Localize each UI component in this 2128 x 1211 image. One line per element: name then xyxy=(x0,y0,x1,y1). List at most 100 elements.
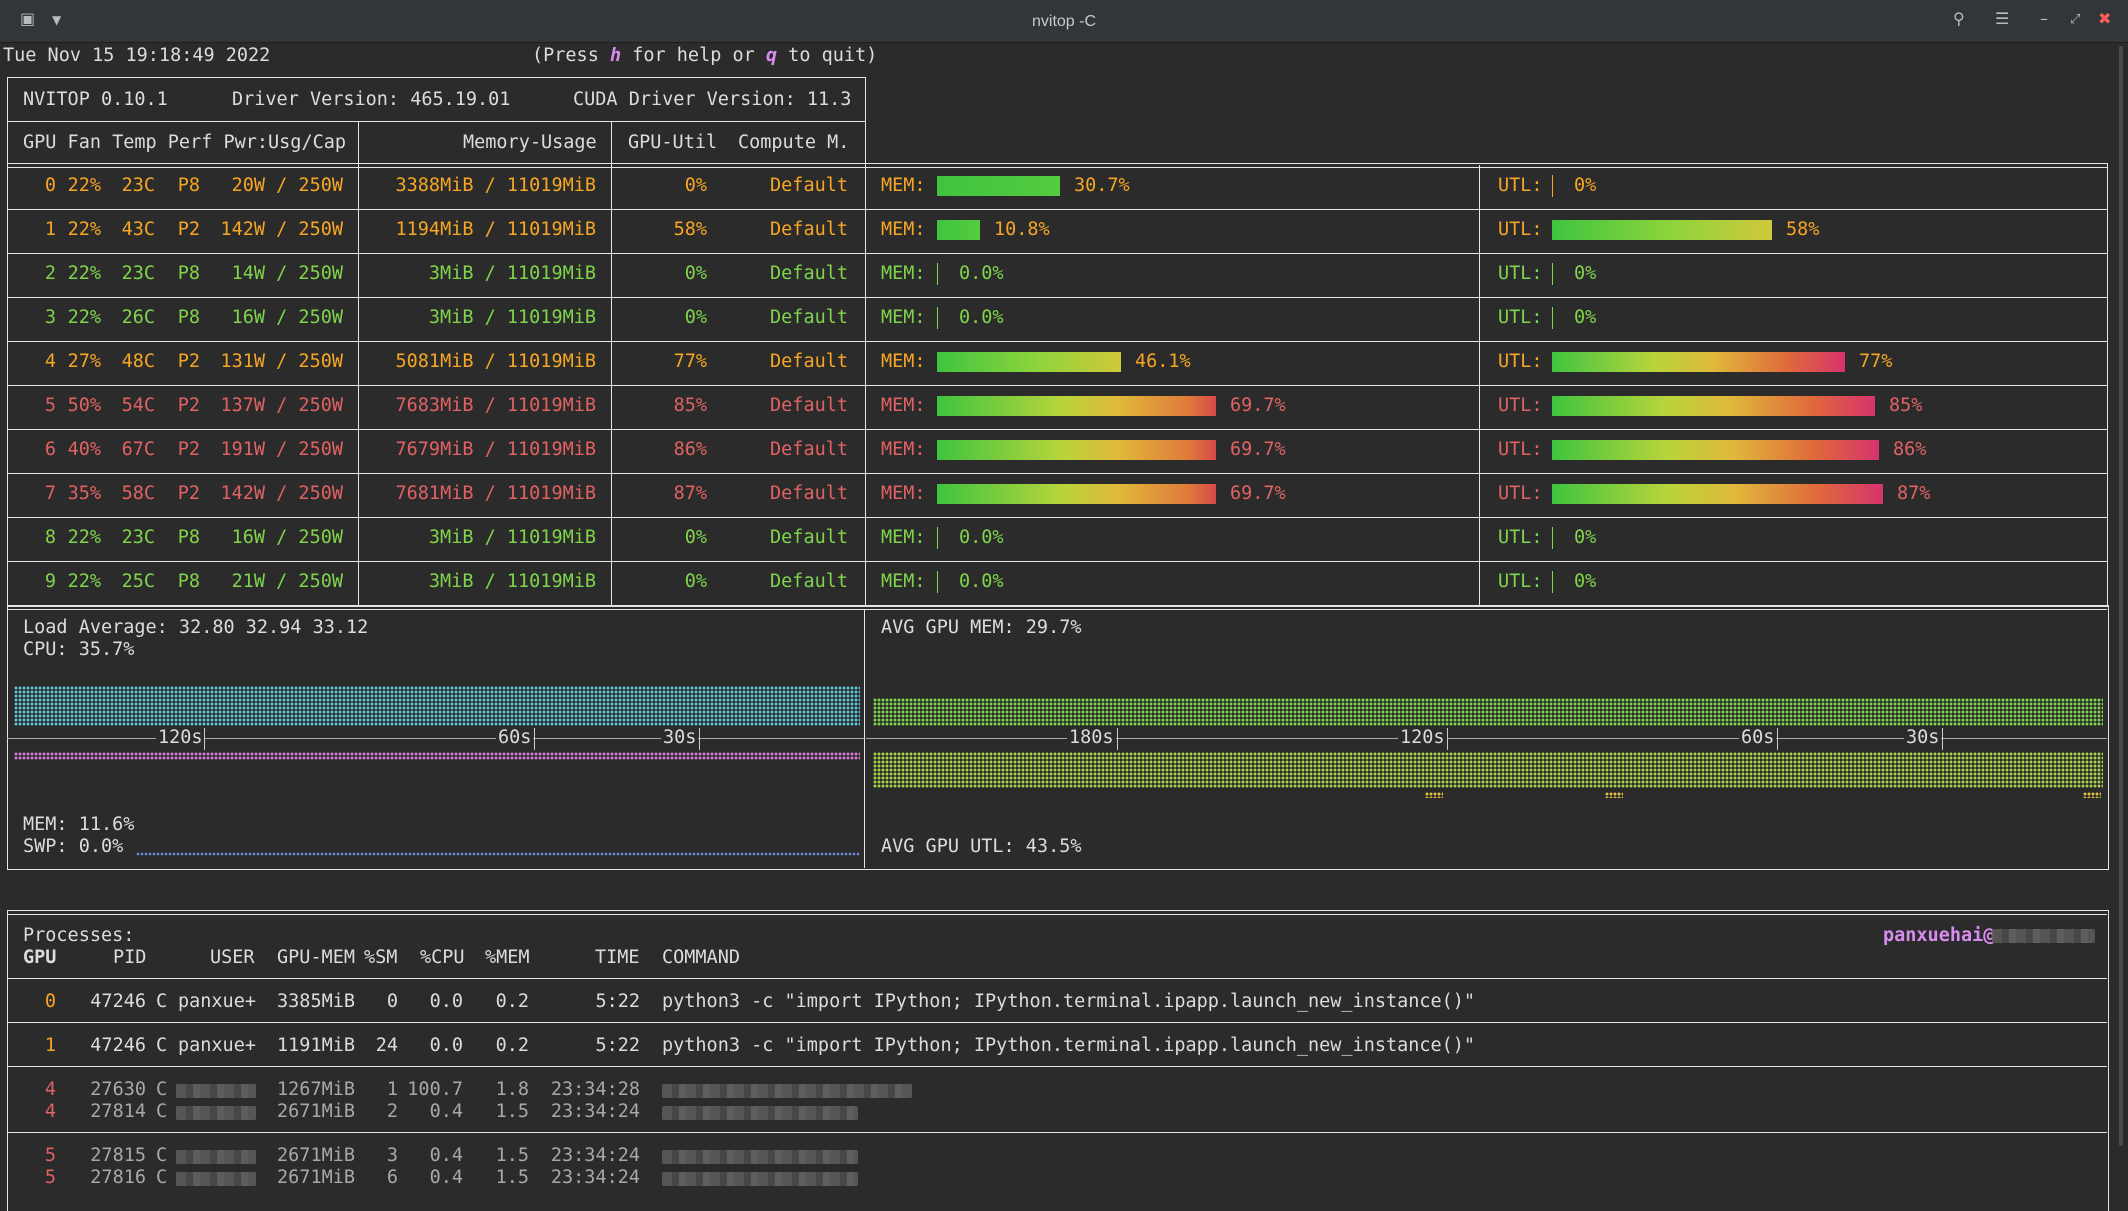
process-row[interactable]: 5 27816 C 2671MiB 6 0.4 1.5 23:34:24 xyxy=(0,1167,2128,1191)
gpu-row-divider xyxy=(7,385,2107,386)
proc-mem: 1.5 xyxy=(495,1167,529,1188)
temperature: 26C xyxy=(121,307,155,328)
temperature: 23C xyxy=(121,263,155,284)
menu-icon[interactable]: ☰ xyxy=(1995,11,2009,27)
memory-usage: 7679MiB / 11019MiB xyxy=(395,439,596,460)
gpu-row-3[interactable]: 3 22% 26C P8 16W / 250W 3MiB / 11019MiB 0% Defa… xyxy=(0,307,2128,339)
proc-pid: 27816 xyxy=(90,1167,146,1188)
memory-usage: 5081MiB / 11019MiB xyxy=(395,351,596,372)
search-icon[interactable]: ⚲ xyxy=(1953,11,1965,27)
proc-user-blurred xyxy=(176,1150,256,1164)
memory-usage: 7683MiB / 11019MiB xyxy=(395,395,596,416)
process-row[interactable]: 4 27630 C 1267MiB 1 100.7 1.8 23:34:28 xyxy=(0,1080,2128,1103)
mem-history-graph xyxy=(14,752,860,760)
hostname-blurred xyxy=(1992,929,2095,943)
compute-mode: Default xyxy=(770,395,848,416)
proc-command-blurred xyxy=(662,1150,858,1164)
proc-mem: 0.2 xyxy=(495,1035,529,1056)
mem-bar-empty xyxy=(937,527,938,549)
utl-bar-value: 85% xyxy=(1889,395,1923,416)
compute-mode: Default xyxy=(770,307,848,328)
mem-bar xyxy=(937,396,1216,416)
close-icon[interactable]: ✖ xyxy=(2098,11,2111,27)
utl-bar xyxy=(1552,396,1875,416)
utl-bar-label: UTL: xyxy=(1498,527,1543,548)
gpu-row-2[interactable]: 2 22% 23C P8 14W / 250W 3MiB / 11019MiB 0% Defa… xyxy=(0,263,2128,295)
gpu-util: 58% xyxy=(673,219,707,240)
process-row[interactable]: 5 27815 C 2671MiB 3 0.4 1.5 23:34:24 xyxy=(0,1145,2128,1169)
gpu-row-9[interactable]: 9 22% 25C P8 21W / 250W 3MiB / 11019MiB 0% Defa… xyxy=(0,571,2128,603)
gpu-row-8[interactable]: 8 22% 23C P8 16W / 250W 3MiB / 11019MiB 0% Defa… xyxy=(0,527,2128,559)
temperature: 43C xyxy=(121,219,155,240)
fan-speed: 22% xyxy=(67,307,101,328)
col-pid: PID xyxy=(113,947,147,968)
proc-mem: 1.5 xyxy=(495,1145,529,1166)
utl-bar-label: UTL: xyxy=(1498,395,1543,416)
minimize-icon[interactable]: – xyxy=(2040,11,2048,27)
gpu-row-4[interactable]: 4 27% 48C P2 131W / 250W 5081MiB / 11019MiB 77… xyxy=(0,351,2128,383)
gpu-row-0[interactable]: 0 22% 23C P8 20W / 250W 3388MiB / 11019MiB 0% D… xyxy=(0,175,2128,207)
compute-mode: Default xyxy=(770,351,848,372)
process-row[interactable]: 1 47246 Cpanxue+ 1191MiB 24 0.0 0.2 5:22 python3… xyxy=(0,1035,2128,1059)
memory-usage: 3MiB / 11019MiB xyxy=(428,571,596,592)
perf-state: P8 xyxy=(177,263,200,284)
proc-cpu: 0.0 xyxy=(429,1035,463,1056)
proc-sm: 24 xyxy=(375,1035,398,1056)
gpu-index: 9 xyxy=(44,571,56,592)
memory-usage: 3MiB / 11019MiB xyxy=(428,263,596,284)
col-sm: %SM xyxy=(364,947,398,968)
mem-bar-label: MEM: xyxy=(881,351,926,372)
proc-user-blurred xyxy=(176,1106,256,1120)
maximize-icon[interactable]: ⤢ xyxy=(2070,13,2080,26)
proc-time: 23:34:24 xyxy=(550,1145,640,1166)
mem-bar-value: 0.0% xyxy=(959,307,1004,328)
proc-gpumem: 3385MiB xyxy=(277,991,355,1012)
mem-bar-label: MEM: xyxy=(881,527,926,548)
proc-user-blurred xyxy=(176,1084,256,1098)
proc-time: 23:34:24 xyxy=(550,1167,640,1188)
mem-bar-label: MEM: xyxy=(881,395,926,416)
power-usage: 16W / 250W xyxy=(231,307,343,328)
avg-gpu-mem: AVG GPU MEM: 29.7% xyxy=(881,617,1082,638)
gpu-row-6[interactable]: 6 40% 67C P2 191W / 250W 7679MiB / 11019MiB 86… xyxy=(0,439,2128,471)
gpu-util: 0% xyxy=(684,527,707,548)
utl-bar-empty xyxy=(1552,527,1553,549)
perf-state: P2 xyxy=(177,351,200,372)
process-row[interactable]: 4 27814 C 2671MiB 2 0.4 1.5 23:34:24 xyxy=(0,1101,2128,1125)
proc-gpu: 4 xyxy=(44,1101,56,1122)
proc-command: python3 -c "import IPython; IPython.term… xyxy=(662,991,1476,1012)
scrollbar[interactable] xyxy=(2119,46,2123,1146)
memory-usage: 3MiB / 11019MiB xyxy=(428,307,596,328)
gpu-row-7[interactable]: 7 35% 58C P2 142W / 250W 7681MiB / 11019MiB 87… xyxy=(0,483,2128,515)
perf-state: P2 xyxy=(177,483,200,504)
gpu-row-divider xyxy=(7,209,2107,210)
proc-gpu: 1 xyxy=(44,1035,56,1056)
mem-bar-value: 46.1% xyxy=(1135,351,1191,372)
perf-state: P8 xyxy=(177,307,200,328)
header-memory: Memory-Usage xyxy=(463,132,597,153)
gpu-util: 0% xyxy=(684,307,707,328)
power-usage: 137W / 250W xyxy=(220,395,343,416)
proc-type: C xyxy=(156,1167,168,1188)
proc-type: C xyxy=(156,1101,168,1122)
host-tick-60s: 60s xyxy=(496,727,534,748)
memory-usage: 3388MiB / 11019MiB xyxy=(395,175,596,196)
fan-speed: 40% xyxy=(67,439,101,460)
proc-gpu: 0 xyxy=(44,991,56,1012)
host-tick-120s: 120s xyxy=(156,727,205,748)
utl-bar-label: UTL: xyxy=(1498,263,1543,284)
gpu-row-5[interactable]: 5 50% 54C P2 137W / 250W 7683MiB / 11019MiB 85… xyxy=(0,395,2128,427)
load-average: Load Average: 32.80 32.94 33.12 xyxy=(23,617,369,638)
gpu-row-1[interactable]: 1 22% 43C P2 142W / 250W 1194MiB / 11019MiB 58… xyxy=(0,219,2128,251)
proc-pid: 47246 xyxy=(90,991,146,1012)
proc-time: 5:22 xyxy=(595,1035,640,1056)
fan-speed: 50% xyxy=(67,395,101,416)
utl-bar xyxy=(1552,352,1845,372)
compute-mode: Default xyxy=(770,527,848,548)
utl-bar-empty xyxy=(1552,307,1553,329)
process-row[interactable]: 0 47246 Cpanxue+ 3385MiB 0 0.0 0.2 5:22 python3 … xyxy=(0,991,2128,1015)
utl-bar-label: UTL: xyxy=(1498,175,1543,196)
temperature: 23C xyxy=(121,527,155,548)
proc-user: panxue+ xyxy=(178,991,256,1012)
power-usage: 20W / 250W xyxy=(231,175,343,196)
